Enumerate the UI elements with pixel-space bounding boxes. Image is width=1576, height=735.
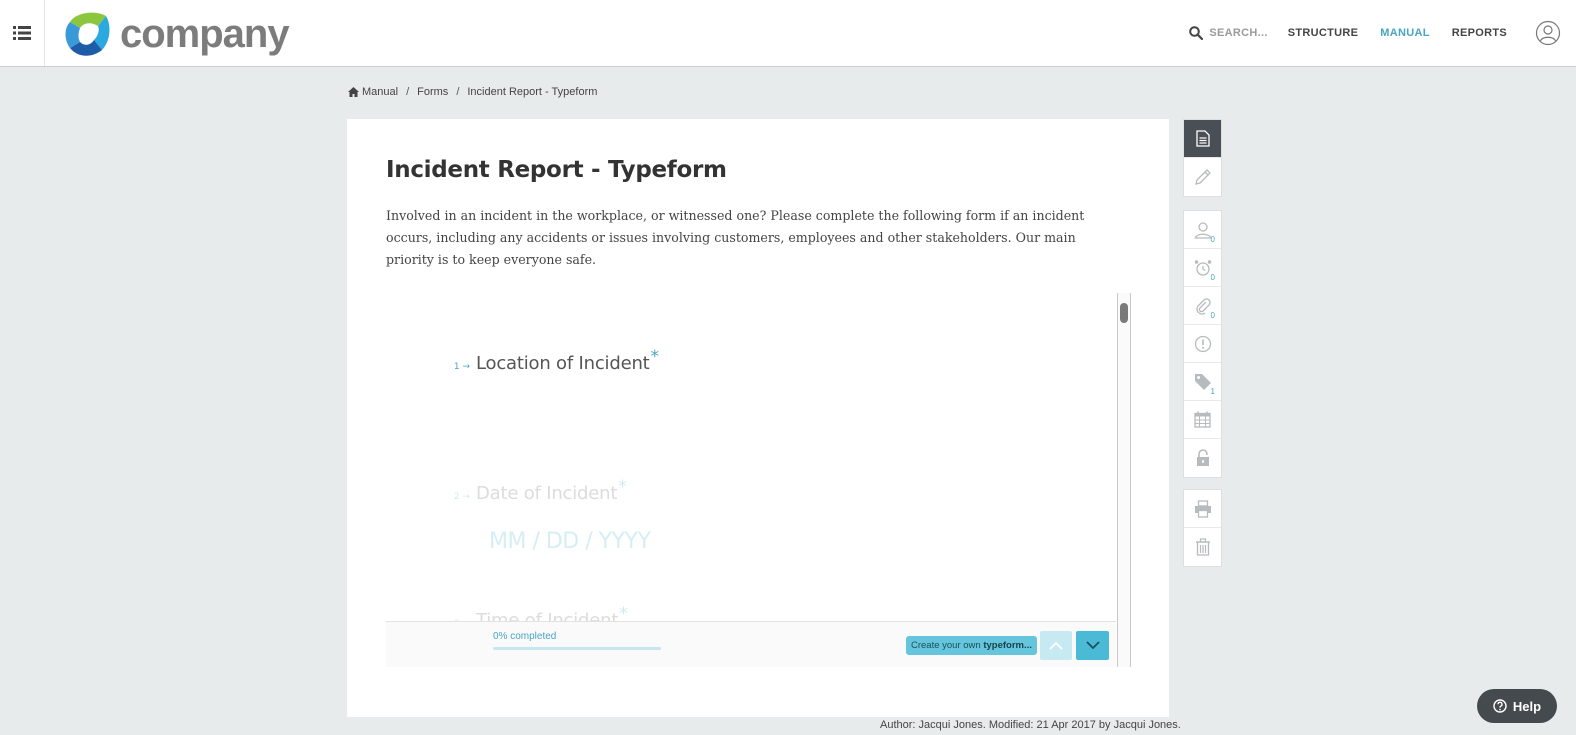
attachments-button[interactable]: 0 <box>1184 287 1221 325</box>
previous-question-button[interactable] <box>1040 631 1072 660</box>
breadcrumb-forms[interactable]: Forms <box>417 86 448 98</box>
schedule-button[interactable] <box>1184 401 1221 439</box>
chevron-up-icon <box>1049 641 1063 650</box>
paperclip-icon <box>1195 297 1211 315</box>
author-meta: Author: Jacqui Jones. Modified: 21 Apr 2… <box>880 719 1181 731</box>
date-input[interactable]: MM / DD / YYYY <box>489 529 651 554</box>
permissions-button[interactable] <box>1184 439 1221 477</box>
tag-icon <box>1194 373 1211 390</box>
document-icon <box>1195 130 1210 147</box>
reminders-button[interactable]: 0 <box>1184 249 1221 287</box>
calendar-icon <box>1194 411 1211 428</box>
delete-button[interactable] <box>1184 528 1221 566</box>
breadcrumb-current: Incident Report - Typeform <box>467 86 598 98</box>
print-button[interactable] <box>1184 490 1221 528</box>
company-logo[interactable]: company <box>62 8 290 60</box>
menu-toggle-button[interactable] <box>0 0 45 66</box>
cta-prefix: Create your own <box>911 640 981 651</box>
required-marker: * <box>618 477 627 497</box>
typeform-scrollbar[interactable] <box>1117 293 1131 667</box>
next-question-button[interactable] <box>1076 631 1109 660</box>
question-number: 2 → <box>453 492 470 502</box>
home-icon[interactable] <box>348 87 359 97</box>
chevron-down-icon <box>1085 641 1100 650</box>
issues-button[interactable] <box>1184 325 1221 363</box>
question-circle-icon <box>1493 699 1507 713</box>
readers-count: 0 <box>1210 235 1215 244</box>
question-number: 1 → <box>453 362 470 372</box>
user-icon <box>1194 221 1211 239</box>
breadcrumb: Manual / Forms / Incident Report - Typef… <box>348 86 597 98</box>
nav-structure[interactable]: STRUCTURE <box>1288 27 1359 39</box>
attachments-count: 0 <box>1210 311 1215 320</box>
action-tools-group <box>1183 489 1222 567</box>
question-label: Location of Incident <box>476 353 650 374</box>
print-icon <box>1194 499 1211 518</box>
content-card: Incident Report - Typeform Involved in a… <box>347 119 1169 717</box>
help-button[interactable]: Help <box>1477 689 1557 723</box>
question-label: Date of Incident <box>476 483 618 504</box>
help-label: Help <box>1512 698 1542 714</box>
search-button[interactable]: SEARCH... <box>1189 26 1267 40</box>
breadcrumb-manual[interactable]: Manual <box>362 86 398 98</box>
page-description: Involved in an incident in the workplace… <box>386 208 1085 267</box>
info-tools-group: 0 0 0 1 <box>1183 210 1222 478</box>
search-label: SEARCH... <box>1209 27 1268 39</box>
top-header: company SEARCH... STRUCTURE MANUAL REPOR… <box>0 0 1576 67</box>
progress-text: 0% completed <box>493 631 557 642</box>
scrollbar-thumb[interactable] <box>1120 303 1128 323</box>
top-nav: SEARCH... STRUCTURE MANUAL REPORTS <box>1189 0 1576 66</box>
lock-icon <box>1196 449 1209 466</box>
readers-button[interactable]: 0 <box>1184 211 1221 249</box>
tags-count: 1 <box>1210 387 1215 396</box>
typeform-footer: 0% completed Create your own typeform... <box>386 621 1116 667</box>
search-icon <box>1189 26 1204 40</box>
edit-button[interactable] <box>1184 158 1221 196</box>
view-tools-group <box>1183 119 1222 197</box>
nav-reports[interactable]: REPORTS <box>1452 27 1507 39</box>
alarm-icon <box>1194 259 1211 276</box>
breadcrumb-separator: / <box>406 86 410 98</box>
page-title: Incident Report - Typeform <box>386 157 727 183</box>
progress-bar <box>493 647 661 650</box>
typeform-embed[interactable]: 1 → Location of Incident * 2 → Date of I… <box>386 293 1131 667</box>
required-marker: * <box>650 347 660 367</box>
pencil-icon <box>1194 169 1211 185</box>
logo-text: company <box>120 12 290 56</box>
logo-mark-icon <box>65 12 110 56</box>
question-date[interactable]: 2 → Date of Incident * <box>446 477 627 504</box>
question-location[interactable]: 1 → Location of Incident * <box>446 347 659 374</box>
view-document-button[interactable] <box>1184 120 1221 158</box>
trash-icon <box>1195 538 1210 556</box>
list-menu-icon <box>13 26 31 40</box>
reminders-count: 0 <box>1210 273 1215 282</box>
user-account-icon[interactable] <box>1535 20 1561 46</box>
nav-manual[interactable]: MANUAL <box>1380 27 1429 39</box>
cta-brand: typeform... <box>983 640 1032 651</box>
alert-icon <box>1194 335 1211 352</box>
create-typeform-button[interactable]: Create your own typeform... <box>906 636 1037 655</box>
breadcrumb-separator: / <box>456 86 460 98</box>
tags-button[interactable]: 1 <box>1184 363 1221 401</box>
